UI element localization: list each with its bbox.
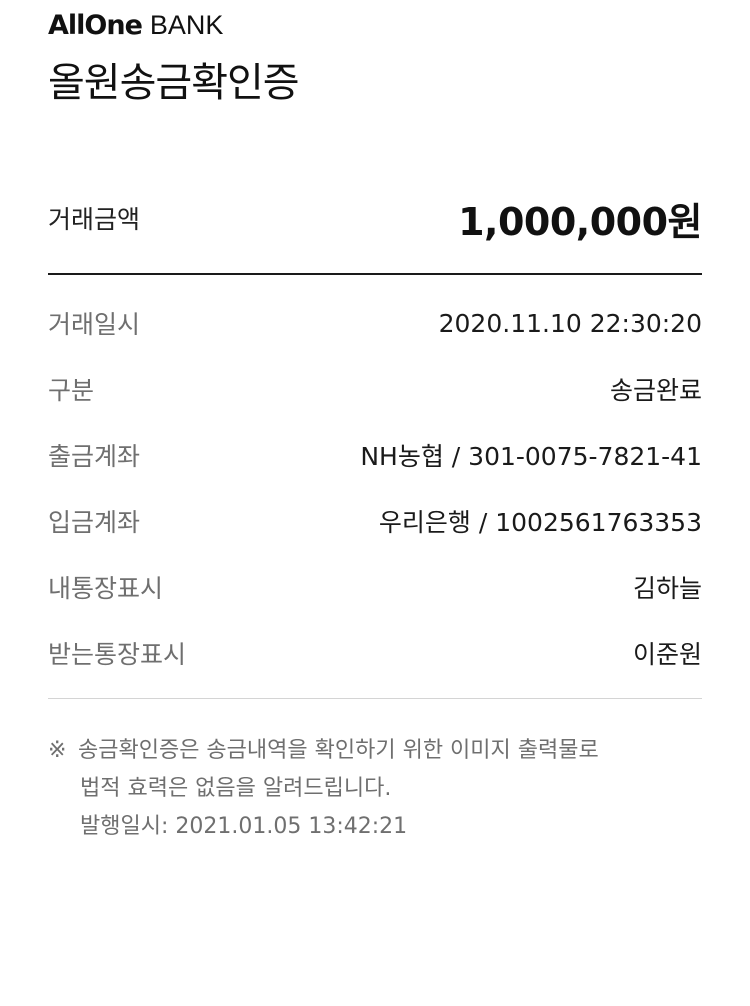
amount-label: 거래금액	[48, 205, 141, 234]
detail-row-deposit-account: 입금계좌 우리은행 / 1002561763353	[48, 488, 702, 554]
detail-value: 이준원	[632, 640, 702, 669]
notice-line-2: 법적 효력은 없음을 알려드립니다.	[80, 776, 392, 801]
detail-label: 구분	[48, 376, 95, 405]
detail-row-recipient-memo: 받는통장표시 이준원	[48, 620, 702, 686]
detail-row-my-memo: 내통장표시 김하늘	[48, 554, 702, 620]
detail-value: NH농협 / 301-0075-7821-41	[360, 442, 702, 471]
detail-row-datetime: 거래일시 2020.11.10 22:30:20	[48, 290, 702, 356]
detail-value: 송금완료	[609, 376, 702, 405]
bank-logo: AllOne BANK	[48, 10, 223, 42]
amount-value: 1,000,000원	[458, 199, 702, 244]
detail-label: 받는통장표시	[48, 640, 187, 669]
detail-label: 입금계좌	[48, 508, 141, 537]
issue-datetime: 발행일시: 2021.01.05 13:42:21	[80, 814, 408, 839]
page-title: 올원송금확인증	[48, 60, 300, 106]
notice-text: ※ 송금확인증은 송금내역을 확인하기 위한 이미지 출력물로 법적 효력은 없…	[48, 732, 702, 846]
detail-value: 김하늘	[632, 574, 702, 603]
detail-label: 거래일시	[48, 310, 141, 339]
detail-label: 내통장표시	[48, 574, 164, 603]
detail-label: 출금계좌	[48, 442, 141, 471]
detail-row-withdraw-account: 출금계좌 NH농협 / 301-0075-7821-41	[48, 422, 702, 488]
detail-list: 거래일시 2020.11.10 22:30:20 구분 송금완료 출금계좌 NH…	[48, 290, 702, 686]
amount-row: 거래금액 1,000,000원	[48, 190, 702, 246]
notice-line-1: 송금확인증은 송금내역을 확인하기 위한 이미지 출력물로	[78, 738, 599, 763]
detail-row-status: 구분 송금완료	[48, 356, 702, 422]
notice-divider	[48, 698, 702, 699]
amount-divider	[48, 273, 702, 275]
brand-suffix: BANK	[149, 10, 224, 40]
detail-value: 우리은행 / 1002561763353	[378, 508, 702, 537]
brand-logo-text: AllOne	[48, 10, 143, 41]
notice-mark: ※	[48, 738, 67, 763]
detail-value: 2020.11.10 22:30:20	[438, 308, 702, 338]
